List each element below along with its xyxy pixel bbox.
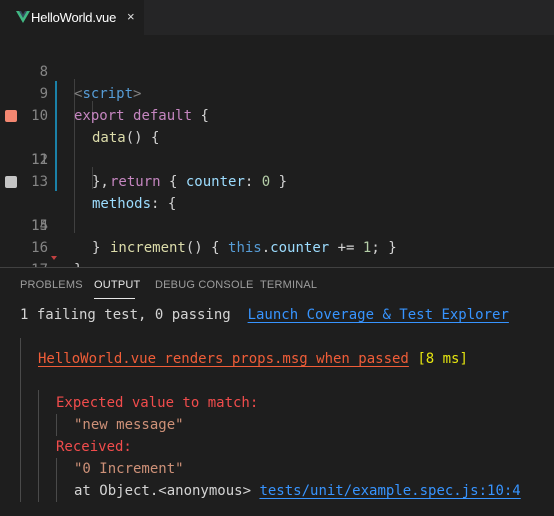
code-line: 15 }: [0, 193, 554, 256]
close-icon[interactable]: ×: [127, 9, 135, 24]
code-line: 13 methods: {: [0, 149, 554, 212]
tab-problems[interactable]: PROBLEMS: [20, 279, 83, 291]
failure-duration: [8 ms]: [417, 351, 468, 367]
received-label: Received:: [56, 439, 132, 455]
code-line: 10 data() {: [0, 83, 554, 146]
tab-debug-console[interactable]: DEBUG CONSOLE: [155, 279, 254, 291]
editor-tab-bar: HelloWorld.vue ×: [0, 0, 554, 35]
source-location-link[interactable]: tests/unit/example.spec.js:10:4: [259, 483, 520, 499]
tab-terminal[interactable]: TERMINAL: [260, 279, 317, 291]
vue-logo-icon: [16, 11, 30, 23]
code-editor[interactable]: 8 <script> 9 export default { 10 data() …: [0, 35, 554, 300]
output-indent-guide: [20, 338, 21, 502]
code-line: 17 </script>: [0, 237, 554, 300]
code-line: 14 increment() { this.counter += 1; }: [0, 171, 554, 256]
tab-helloworld-vue[interactable]: HelloWorld.vue ×: [0, 0, 144, 35]
failure-title-line: HelloWorld.vue renders props.msg when pa…: [38, 348, 468, 370]
bottom-panel: PROBLEMS OUTPUT DEBUG CONSOLE TERMINAL 1…: [0, 267, 554, 516]
code-line: 16 }: [0, 215, 554, 278]
breakpoint-unverified-icon[interactable]: [5, 176, 17, 188]
stack-trace-text: at Object.<anonymous>: [74, 483, 260, 499]
output-indent-guide: [56, 414, 57, 436]
active-tab-indicator: [94, 298, 135, 299]
code-line: 9 export default {: [0, 61, 554, 124]
launch-coverage-link[interactable]: Launch Coverage & Test Explorer: [248, 307, 509, 323]
test-summary: 1 failing test, 0 passing Launch Coverag…: [20, 304, 509, 326]
tab-output[interactable]: OUTPUT: [94, 279, 140, 291]
tab-label: HelloWorld.vue: [31, 10, 117, 25]
output-indent-guide: [38, 390, 39, 502]
expected-label: Expected value to match:: [56, 395, 259, 411]
expected-value: "new message": [74, 417, 184, 433]
received-value: "0 Increment": [74, 461, 184, 477]
code-line: 12 },: [0, 127, 554, 190]
overview-marker-icon: [51, 256, 57, 260]
output-indent-guide: [56, 458, 57, 502]
failure-title[interactable]: HelloWorld.vue renders props.msg when pa…: [38, 351, 409, 367]
summary-text: 1 failing test, 0 passing: [20, 307, 231, 323]
code-line: 11 return { counter: 0 }: [0, 105, 554, 190]
code-line: 8 <script>: [0, 39, 554, 102]
breakpoint-failed-icon[interactable]: [5, 110, 17, 122]
stack-trace-line: at Object.<anonymous> tests/unit/example…: [74, 480, 521, 502]
